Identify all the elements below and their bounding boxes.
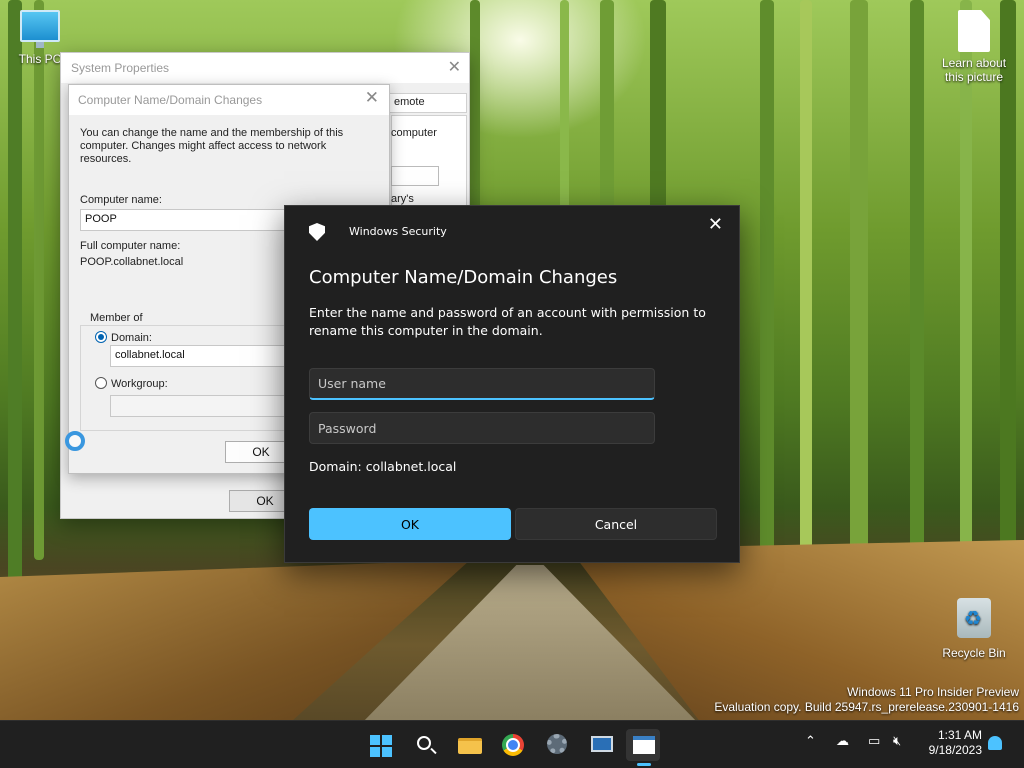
network-icon[interactable]: ☁	[836, 734, 849, 749]
static-text: ary's	[391, 193, 414, 205]
display-icon[interactable]: ▭	[868, 734, 880, 749]
password-input[interactable]	[309, 412, 655, 444]
dialog-title: Computer Name/Domain Changes	[78, 93, 263, 107]
full-name-value: POOP.collabnet.local	[80, 256, 184, 268]
windows-security-dialog: Windows Security ✕ Computer Name/Domain …	[284, 205, 740, 563]
workgroup-field[interactable]	[110, 395, 310, 417]
windows-security-taskbar-button[interactable]	[626, 729, 660, 766]
dialog-titlebar[interactable]: Computer Name/Domain Changes ✕	[69, 85, 389, 115]
tab-remote[interactable]: emote	[387, 93, 467, 113]
document-icon	[958, 10, 990, 52]
chevron-up-icon[interactable]: ⌃	[805, 734, 816, 749]
clock[interactable]: 1:31 AM 9/18/2023	[929, 728, 982, 758]
computer-name-label: Computer name:	[80, 194, 162, 206]
desktop-icon-label: Recycle Bin	[942, 646, 1006, 660]
chrome-button[interactable]	[496, 729, 530, 761]
static-text: computer	[391, 127, 437, 139]
recycle-bin-icon	[957, 598, 991, 638]
watermark-line: Evaluation copy. Build 25947.rs_prerelea…	[714, 700, 1019, 714]
app-title: Windows Security	[349, 225, 447, 238]
search-button[interactable]	[408, 729, 442, 761]
clock-time: 1:31 AM	[937, 728, 982, 742]
start-button[interactable]	[364, 729, 398, 761]
text-field[interactable]	[391, 166, 439, 186]
window-title: System Properties	[71, 61, 170, 75]
member-of-label: Member of	[88, 312, 145, 324]
busy-cursor-icon	[65, 431, 85, 451]
computer-name-field[interactable]: POOP	[80, 209, 310, 231]
active-indicator	[637, 763, 651, 766]
domain-radio[interactable]	[95, 331, 107, 343]
this-pc-icon	[20, 10, 60, 48]
chrome-icon	[502, 734, 524, 756]
close-icon[interactable]: ✕	[365, 88, 379, 108]
dialog-message: Enter the name and password of an accoun…	[309, 305, 706, 338]
close-icon[interactable]: ✕	[448, 57, 461, 77]
domain-text: Domain: collabnet.local	[309, 459, 457, 474]
dialog-heading: Computer Name/Domain Changes	[309, 267, 618, 288]
watermark-line: Windows 11 Pro Insider Preview	[847, 685, 1019, 699]
settings-icon	[547, 734, 567, 754]
desktop-icon-recycle-bin[interactable]: Recycle Bin	[936, 598, 1012, 660]
desktop-icon-label: Learn about this picture	[941, 56, 1007, 84]
workgroup-label: Workgroup:	[111, 378, 168, 390]
full-name-label: Full computer name:	[80, 240, 181, 252]
file-explorer-button[interactable]	[452, 729, 486, 761]
windows-security-icon	[633, 736, 655, 754]
workgroup-radio[interactable]	[95, 377, 107, 389]
volume-muted-icon[interactable]: 🔇︎	[893, 734, 901, 749]
domain-field[interactable]: collabnet.local	[110, 345, 310, 367]
shield-icon	[309, 223, 325, 241]
close-icon[interactable]: ✕	[708, 214, 723, 235]
notification-bell-icon[interactable]	[988, 736, 1002, 750]
system-properties-titlebar[interactable]: System Properties ✕	[61, 53, 469, 83]
desktop-icon-learn-about-picture[interactable]: Learn about this picture	[936, 10, 1012, 84]
search-icon	[417, 736, 431, 750]
ok-button[interactable]: OK	[309, 508, 511, 540]
system-properties-icon	[591, 736, 613, 752]
settings-button[interactable]	[540, 729, 574, 761]
system-properties-taskbar-button[interactable]	[584, 729, 618, 761]
cancel-button[interactable]: Cancel	[515, 508, 717, 540]
evaluation-watermark: Windows 11 Pro Insider Preview Evaluatio…	[714, 685, 1019, 715]
file-explorer-icon	[458, 738, 482, 754]
clock-date: 9/18/2023	[928, 743, 982, 757]
username-input[interactable]	[309, 368, 655, 400]
dialog-description: You can change the name and the membersh…	[80, 127, 344, 165]
domain-label: Domain:	[111, 332, 152, 344]
